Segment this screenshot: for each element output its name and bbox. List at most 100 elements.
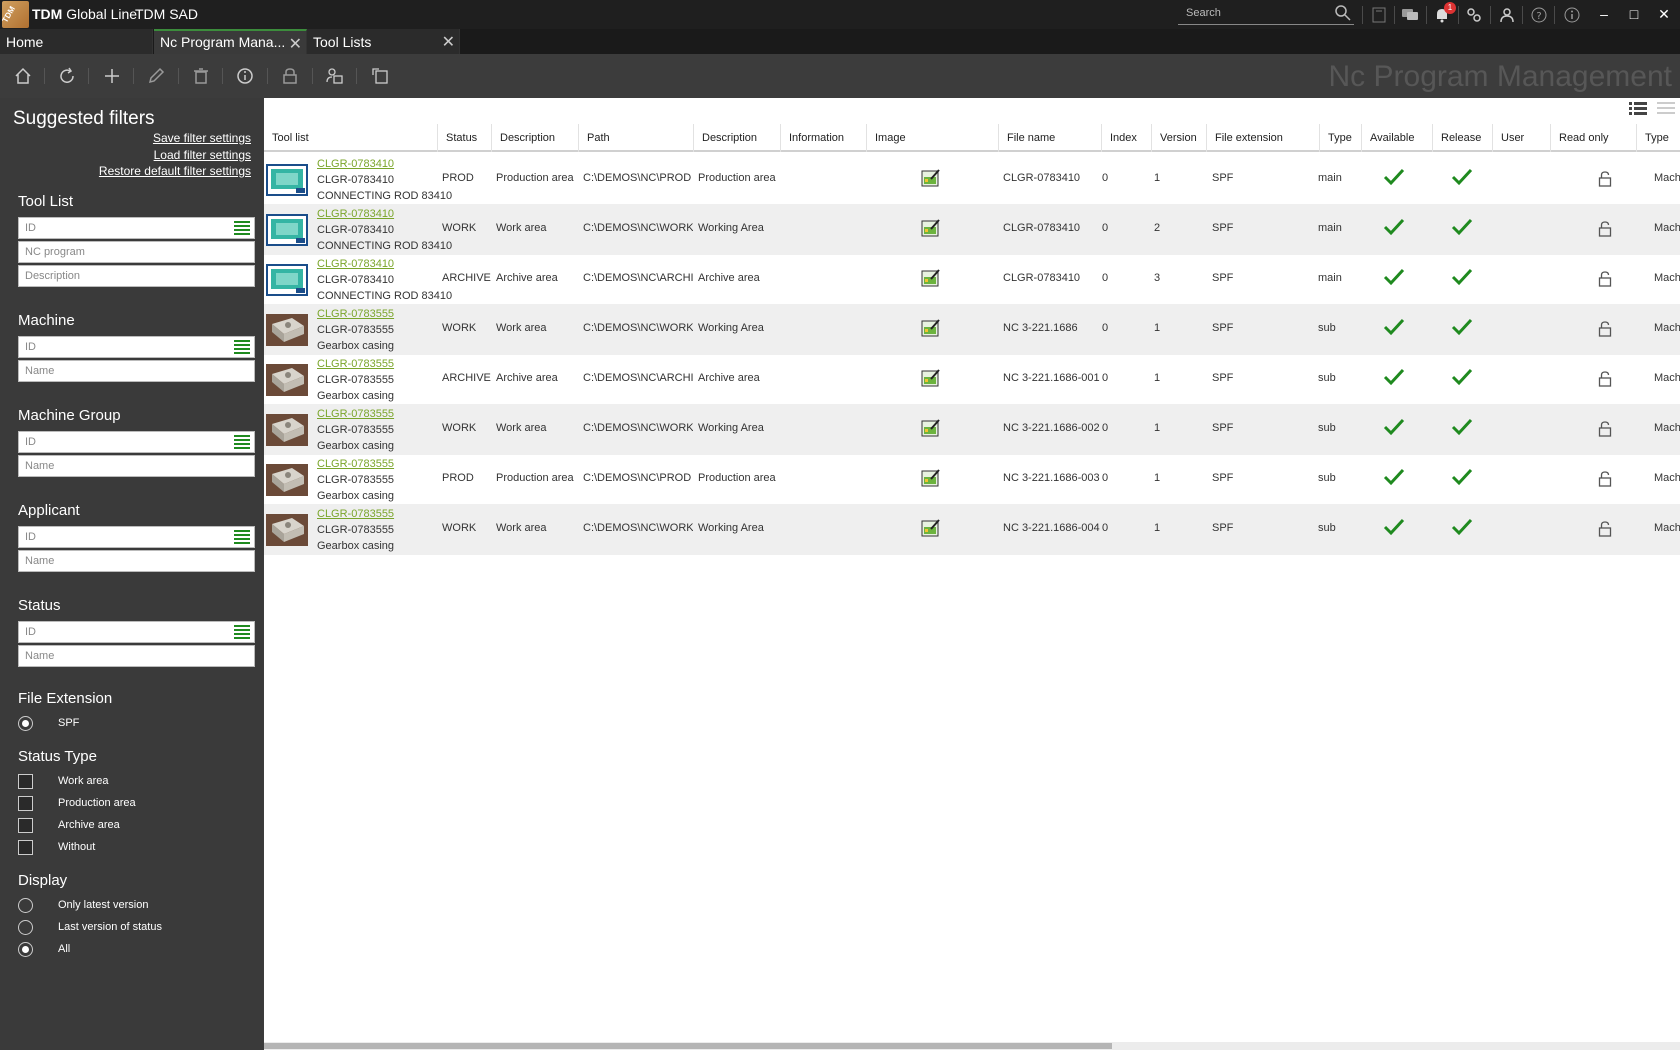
table-row[interactable]: CLGR-0783410 CLGR-0783410 CONNECTING ROD…	[264, 204, 1680, 255]
radio-button[interactable]	[18, 716, 33, 731]
machine-name-input[interactable]	[19, 361, 224, 381]
status-description-cell: Production area	[496, 472, 574, 484]
delete-icon[interactable]	[189, 64, 213, 88]
minimize-button[interactable]: –	[1588, 2, 1620, 26]
list-picker-icon[interactable]	[234, 435, 250, 449]
machine-group-id-input[interactable]	[19, 432, 224, 452]
checkbox[interactable]	[18, 840, 33, 855]
horizontal-scrollbar[interactable]	[264, 1042, 1680, 1050]
restore-filter-link[interactable]: Restore default filter settings	[99, 164, 251, 178]
document-icon[interactable]	[1368, 4, 1390, 26]
maximize-button[interactable]: □	[1618, 2, 1650, 26]
image-icon[interactable]	[921, 518, 941, 538]
checkbox[interactable]	[18, 774, 33, 789]
status-name-input[interactable]	[19, 646, 224, 666]
version-cell: 1	[1154, 422, 1161, 434]
refresh-icon[interactable]	[55, 64, 79, 88]
tool-list-link[interactable]: CLGR-0783555	[317, 308, 394, 320]
detail-view-icon[interactable]	[1628, 100, 1648, 120]
table-row[interactable]: CLGR-0783410 CLGR-0783410 CONNECTING ROD…	[264, 254, 1680, 305]
table-row[interactable]: CLGR-0783410 CLGR-0783410 CONNECTING ROD…	[264, 154, 1680, 205]
tab-tool-lists[interactable]: Tool Lists ✕	[307, 29, 460, 54]
column-header-user[interactable]: User	[1493, 124, 1551, 152]
edit-icon[interactable]	[144, 64, 168, 88]
scrollbar-thumb[interactable]	[264, 1043, 1112, 1049]
status-id-input[interactable]	[19, 622, 224, 642]
home-icon[interactable]	[11, 64, 35, 88]
tool-list-link[interactable]: CLGR-0783555	[317, 458, 394, 470]
image-icon[interactable]	[921, 318, 941, 338]
image-icon[interactable]	[921, 368, 941, 388]
tab-nc-program-management[interactable]: Nc Program Mana... ✕	[154, 29, 307, 54]
table-row[interactable]: CLGR-0783555 CLGR-0783555 Gearbox casing…	[264, 404, 1680, 455]
details-info-icon[interactable]	[233, 64, 257, 88]
user-icon[interactable]	[1496, 4, 1518, 26]
column-header-machine-type[interactable]: Type	[1637, 124, 1680, 152]
info-icon[interactable]	[1561, 4, 1583, 26]
column-header-status[interactable]: Status	[438, 124, 492, 152]
radio-button[interactable]	[18, 942, 33, 957]
load-filter-link[interactable]: Load filter settings	[154, 148, 251, 162]
close-tab-icon[interactable]: ✕	[442, 32, 455, 52]
machine-id-input[interactable]	[19, 337, 224, 357]
nc-program-input[interactable]	[19, 242, 224, 262]
column-header-image[interactable]: Image	[867, 124, 999, 152]
image-icon[interactable]	[921, 168, 941, 188]
close-window-button[interactable]: ✕	[1648, 2, 1680, 26]
list-picker-icon[interactable]	[234, 221, 250, 235]
assign-icon[interactable]	[323, 64, 347, 88]
help-icon[interactable]: ?	[1528, 4, 1550, 26]
add-icon[interactable]	[100, 64, 124, 88]
column-header-release[interactable]: Release	[1433, 124, 1493, 152]
chat-icon[interactable]	[1399, 4, 1421, 26]
column-header-file-name[interactable]: File name	[999, 124, 1102, 152]
column-header-index[interactable]: Index	[1102, 124, 1152, 152]
column-header-information[interactable]: Information	[781, 124, 867, 152]
connections-icon[interactable]	[1463, 4, 1485, 26]
table-row[interactable]: CLGR-0783555 CLGR-0783555 Gearbox casing…	[264, 454, 1680, 505]
column-header-file-extension[interactable]: File extension	[1207, 124, 1320, 152]
column-header-version[interactable]: Version	[1152, 124, 1207, 152]
checkbox[interactable]	[18, 796, 33, 811]
machine-group-name-input[interactable]	[19, 456, 224, 476]
tool-list-link[interactable]: CLGR-0783410	[317, 208, 394, 220]
applicant-name-input[interactable]	[19, 551, 224, 571]
column-header-available[interactable]: Available	[1362, 124, 1433, 152]
image-icon[interactable]	[921, 468, 941, 488]
column-header-status-description[interactable]: Description	[492, 124, 579, 152]
column-header-path[interactable]: Path	[579, 124, 694, 152]
tool-list-link[interactable]: CLGR-0783555	[317, 408, 394, 420]
lock-icon[interactable]	[278, 64, 302, 88]
table-row[interactable]: CLGR-0783555 CLGR-0783555 Gearbox casing…	[264, 354, 1680, 405]
search-icon[interactable]	[1334, 4, 1352, 27]
column-header-read-only[interactable]: Read only	[1551, 124, 1637, 152]
tool-list-link[interactable]: CLGR-0783410	[317, 158, 394, 170]
table-row[interactable]: CLGR-0783555 CLGR-0783555 Gearbox casing…	[264, 504, 1680, 555]
column-header-type[interactable]: Type	[1320, 124, 1362, 152]
tool-list-link[interactable]: CLGR-0783555	[317, 508, 394, 520]
close-tab-icon[interactable]: ✕	[289, 34, 302, 54]
column-header-tool-list[interactable]: Tool list	[264, 124, 438, 152]
tool-list-link[interactable]: CLGR-0783555	[317, 358, 394, 370]
export-icon[interactable]	[368, 64, 392, 88]
image-icon[interactable]	[921, 268, 941, 288]
applicant-id-input[interactable]	[19, 527, 224, 547]
image-icon[interactable]	[921, 418, 941, 438]
tab-home[interactable]: Home	[0, 29, 153, 54]
status-name-field	[18, 645, 255, 667]
column-header-description[interactable]: Description	[694, 124, 781, 152]
description-input[interactable]	[19, 266, 224, 286]
list-picker-icon[interactable]	[234, 530, 250, 544]
checkbox[interactable]	[18, 818, 33, 833]
list-view-icon[interactable]	[1656, 100, 1676, 120]
save-filter-link[interactable]: Save filter settings	[153, 131, 251, 145]
tool-list-link[interactable]: CLGR-0783410	[317, 258, 394, 270]
table-row[interactable]: CLGR-0783555 CLGR-0783555 Gearbox casing…	[264, 304, 1680, 355]
tool-list-id-input[interactable]	[19, 218, 224, 238]
radio-button[interactable]	[18, 898, 33, 913]
radio-button[interactable]	[18, 920, 33, 935]
list-picker-icon[interactable]	[234, 625, 250, 639]
search-input[interactable]	[1178, 3, 1328, 23]
list-picker-icon[interactable]	[234, 340, 250, 354]
image-icon[interactable]	[921, 218, 941, 238]
